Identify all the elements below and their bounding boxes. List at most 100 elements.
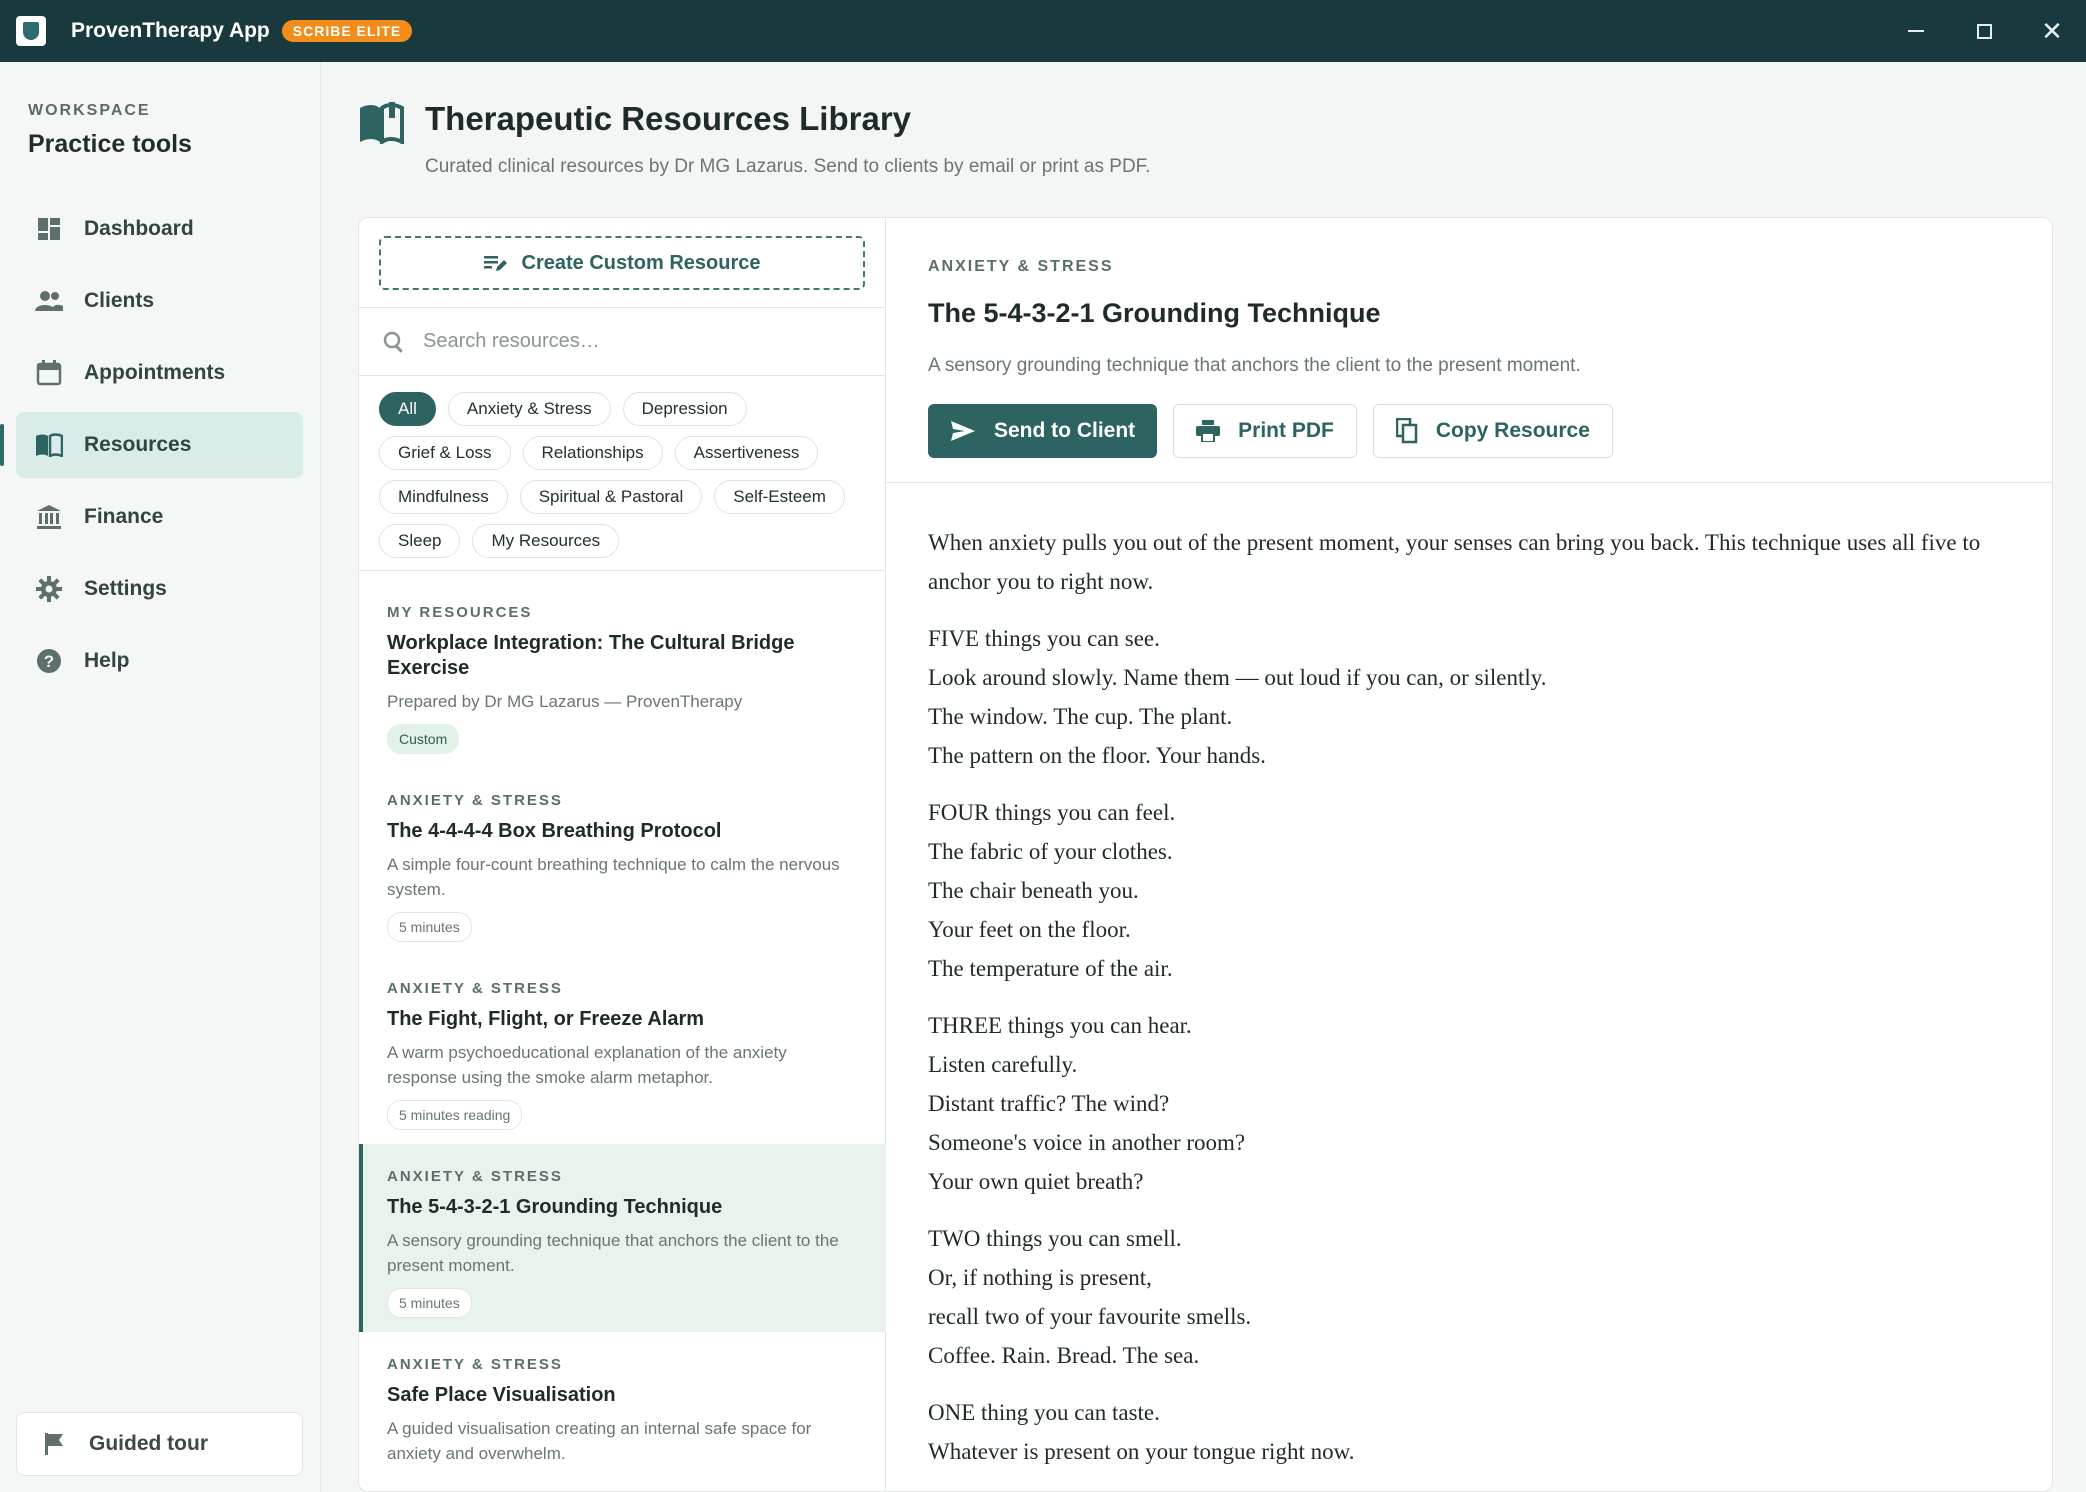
list-item[interactable]: MY RESOURCES Workplace Integration: The … bbox=[359, 580, 886, 768]
sidebar-item-clients[interactable]: Clients bbox=[16, 268, 303, 334]
list-item-selected[interactable]: ANXIETY & STRESS The 5-4-3-2-1 Grounding… bbox=[359, 1144, 886, 1332]
search-icon bbox=[383, 331, 403, 353]
body-line: TWO things you can smell. bbox=[928, 1226, 1182, 1251]
filter-chip-anxiety-stress[interactable]: Anxiety & Stress bbox=[447, 392, 611, 426]
resource-title: The 5-4-3-2-1 Grounding Technique bbox=[387, 1196, 723, 1218]
sidebar-item-help[interactable]: ? Help bbox=[16, 628, 303, 694]
body-line: Coffee. Rain. Bread. The sea. bbox=[928, 1343, 1200, 1368]
list-item[interactable]: ANXIETY & STRESS The 4-4-4-4 Box Breathi… bbox=[359, 768, 886, 956]
detail-title: The 5-4-3-2-1 Grounding Technique bbox=[928, 298, 1381, 328]
svg-text:?: ? bbox=[44, 652, 54, 671]
filter-chip-all[interactable]: All bbox=[379, 392, 436, 426]
body-line: The pattern on the floor. Your hands. bbox=[928, 743, 1266, 768]
filter-chip-grief-loss[interactable]: Grief & Loss bbox=[379, 436, 511, 470]
guided-tour-label: Guided tour bbox=[89, 1432, 208, 1455]
close-button[interactable]: ✕ bbox=[2018, 0, 2086, 62]
send-to-client-button[interactable]: Send to Client bbox=[928, 404, 1158, 458]
filter-chip-mindfulness[interactable]: Mindfulness bbox=[379, 480, 508, 514]
maximize-icon bbox=[1976, 23, 1992, 39]
calendar-icon bbox=[34, 358, 64, 388]
sidebar-item-resources[interactable]: Resources bbox=[0, 412, 303, 478]
resource-body: When anxiety pulls you out of the presen… bbox=[886, 483, 2052, 1471]
body-paragraph: TWO things you can smell. Or, if nothing… bbox=[928, 1219, 2010, 1375]
filter-chip-relationships[interactable]: Relationships bbox=[522, 436, 663, 470]
create-custom-resource-button[interactable]: Create Custom Resource bbox=[379, 236, 865, 290]
print-pdf-button[interactable]: Print PDF bbox=[1173, 404, 1357, 458]
resource-category: ANXIETY & STRESS bbox=[387, 792, 563, 809]
resource-description: A simple four-count breathing technique … bbox=[387, 855, 840, 899]
workspace-label: WORKSPACE bbox=[28, 102, 151, 119]
dashboard-icon bbox=[34, 214, 64, 244]
filter-chip-my-resources[interactable]: My Resources bbox=[472, 524, 620, 558]
resources-card: Create Custom Resource All Anxiety & Str… bbox=[358, 217, 2053, 1492]
maximize-button[interactable] bbox=[1950, 0, 2018, 62]
resource-tag: Custom bbox=[387, 724, 460, 754]
minimize-icon bbox=[1908, 30, 1924, 32]
body-line: Or, if nothing is present, bbox=[928, 1265, 1152, 1290]
body-line: Someone's voice in another room? bbox=[928, 1130, 1246, 1155]
detail-description: A sensory grounding technique that ancho… bbox=[928, 355, 1581, 376]
body-line: Look around slowly. Name them — out loud… bbox=[928, 665, 1547, 690]
search-bar bbox=[359, 308, 885, 376]
sidebar-item-finance[interactable]: Finance bbox=[16, 484, 303, 550]
sidebar-item-label: Clients bbox=[84, 289, 155, 312]
body-line: The temperature of the air. bbox=[928, 956, 1173, 981]
filter-chip-spiritual-pastoral[interactable]: Spiritual & Pastoral bbox=[519, 480, 703, 514]
body-line: The chair beneath you. bbox=[928, 878, 1139, 903]
list-item[interactable]: ANXIETY & STRESS Safe Place Visualisatio… bbox=[359, 1332, 886, 1480]
book-icon bbox=[34, 430, 64, 460]
body-line: Listen carefully. bbox=[928, 1052, 1078, 1077]
edit-note-icon bbox=[483, 256, 507, 271]
resource-detail-pane: ANXIETY & STRESS The 5-4-3-2-1 Grounding… bbox=[886, 218, 2052, 1491]
sidebar-item-dashboard[interactable]: Dashboard bbox=[16, 196, 303, 262]
close-icon: ✕ bbox=[2041, 16, 2063, 46]
bank-icon bbox=[34, 502, 64, 532]
resource-title: The 4-4-4-4 Box Breathing Protocol bbox=[387, 820, 722, 842]
send-to-client-label: Send to Client bbox=[994, 419, 1136, 442]
resource-title: Workplace Integration: The Cultural Brid… bbox=[387, 632, 795, 679]
filter-chip-self-esteem[interactable]: Self-Esteem bbox=[714, 480, 845, 514]
page-subtitle: Curated clinical resources by Dr MG Laza… bbox=[425, 156, 1151, 177]
help-icon: ? bbox=[34, 646, 64, 676]
resource-description: A guided visualisation creating an inter… bbox=[387, 1419, 812, 1463]
flag-icon bbox=[39, 1429, 69, 1459]
detail-actions: Send to Client Print PDF Copy Resource bbox=[928, 404, 1613, 458]
body-line: FOUR things you can feel. bbox=[928, 800, 1176, 825]
plan-badge: SCRIBE ELITE bbox=[281, 20, 413, 42]
filter-chip-sleep[interactable]: Sleep bbox=[379, 524, 461, 558]
sidebar-item-settings[interactable]: Settings bbox=[16, 556, 303, 622]
minimize-button[interactable] bbox=[1882, 0, 1950, 62]
page-title: Therapeutic Resources Library bbox=[425, 100, 912, 137]
body-line: Distant traffic? The wind? bbox=[928, 1091, 1170, 1116]
gear-icon bbox=[34, 574, 64, 604]
body-line: THREE things you can hear. bbox=[928, 1013, 1192, 1038]
body-line: ONE thing you can taste. bbox=[928, 1400, 1160, 1425]
resource-tag: 5 minutes bbox=[387, 912, 472, 942]
sidebar-item-appointments[interactable]: Appointments bbox=[16, 340, 303, 406]
search-input[interactable] bbox=[423, 330, 843, 353]
body-paragraph: FOUR things you can feel. The fabric of … bbox=[928, 793, 2010, 988]
resource-list-pane: Create Custom Resource All Anxiety & Str… bbox=[359, 218, 886, 1491]
filter-chips: All Anxiety & Stress Depression Grief & … bbox=[359, 376, 885, 571]
copy-resource-button[interactable]: Copy Resource bbox=[1372, 404, 1613, 458]
create-custom-resource-label: Create Custom Resource bbox=[521, 251, 761, 274]
people-icon bbox=[34, 286, 64, 316]
filter-chip-assertiveness[interactable]: Assertiveness bbox=[674, 436, 819, 470]
send-icon bbox=[951, 421, 975, 441]
print-pdf-label: Print PDF bbox=[1238, 419, 1334, 442]
resource-description: A sensory grounding technique that ancho… bbox=[387, 1231, 839, 1275]
list-item[interactable]: ANXIETY & STRESS The Fight, Flight, or F… bbox=[359, 956, 886, 1144]
app-logo-icon bbox=[16, 16, 46, 46]
filter-chip-depression[interactable]: Depression bbox=[622, 392, 747, 426]
body-line: Your feet on the floor. bbox=[928, 917, 1131, 942]
body-line: When anxiety pulls you out of the presen… bbox=[928, 530, 1981, 594]
sidebar-nav: Dashboard Clients Appointments Resources… bbox=[0, 196, 303, 700]
resource-detail-header: ANXIETY & STRESS The 5-4-3-2-1 Grounding… bbox=[886, 218, 2052, 483]
body-paragraph: FIVE things you can see. Look around slo… bbox=[928, 619, 2010, 775]
body-line: recall two of your favourite smells. bbox=[928, 1304, 1252, 1329]
resource-tag: 5 minutes bbox=[387, 1288, 472, 1318]
resource-tag: 5 minutes reading bbox=[387, 1100, 523, 1130]
guided-tour-button[interactable]: Guided tour bbox=[16, 1412, 303, 1476]
resource-category: ANXIETY & STRESS bbox=[387, 1168, 563, 1185]
resource-category: MY RESOURCES bbox=[387, 604, 533, 621]
